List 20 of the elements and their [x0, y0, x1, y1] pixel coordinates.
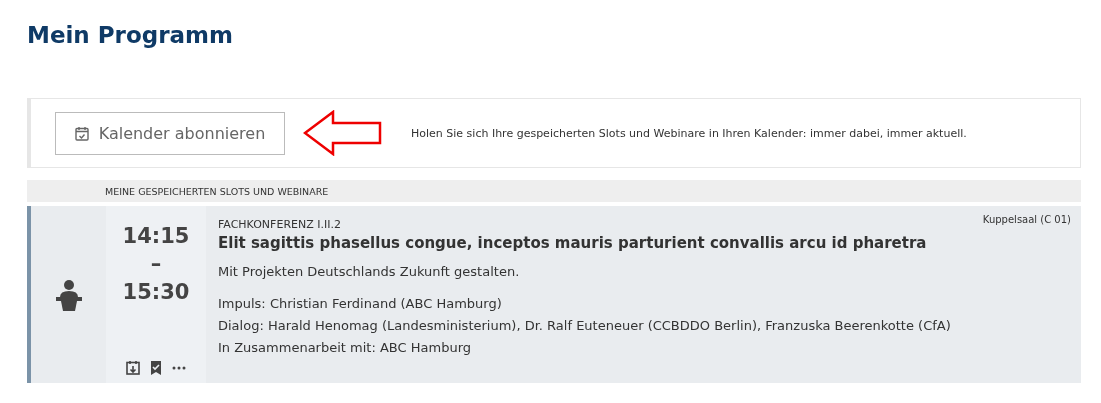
subscribe-calendar-button[interactable]: Kalender abonnieren	[55, 111, 285, 155]
room-label: Kuppelsaal (C 01)	[982, 214, 1071, 225]
calendar-icon	[74, 125, 89, 141]
slot-detail: Dialog: Harald Henomag (Landesministerium), Dr. Ralf Euteneuer (CCBDDO Berlin), Franzuska Beerenkotte (CfA)	[218, 317, 952, 335]
section-header: MEINE GESPEICHERTEN SLOTS UND WEBINARE	[27, 180, 1081, 202]
calendar-hint: Holen Sie sich Ihre gespeicherten Slots und Webinare in Ihren Kalender: immer dabei, immer aktuell.	[411, 126, 967, 140]
bookmark-check-icon[interactable]	[150, 360, 162, 375]
start-time: 14:15	[122, 223, 190, 250]
slot-subtitle: Mit Projekten Deutschlands Zukunft gestalten.	[218, 264, 521, 279]
more-icon[interactable]	[172, 365, 186, 370]
slot-detail: Impuls: Christian Ferdinand (ABC Hamburg)	[218, 295, 503, 313]
slot-category: FACHKONFERENZ I.II.2	[218, 218, 341, 231]
calendar-download-icon[interactable]	[126, 360, 140, 375]
slot-title: Elit sagittis phasellus congue, inceptos mauris parturient convallis arcu id pharetra	[218, 234, 928, 252]
end-time: 15:30	[122, 279, 190, 306]
speaker-podium-icon	[55, 278, 82, 311]
arrow-icon	[303, 110, 383, 156]
time-separator: –	[150, 251, 162, 278]
slot-detail: In Zusammenarbeit mit: ABC Hamburg	[218, 339, 472, 357]
page-title: Mein Programm	[27, 22, 234, 48]
